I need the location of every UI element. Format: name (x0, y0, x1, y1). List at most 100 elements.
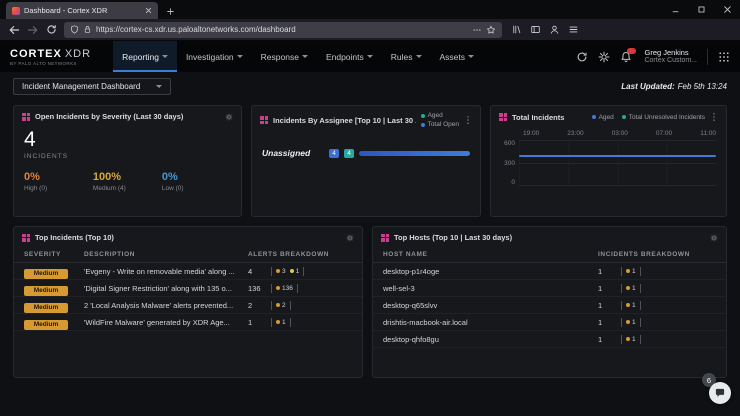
legend-total-open[interactable]: Total Open (420, 121, 459, 128)
card-settings-gear-icon[interactable] (710, 234, 718, 242)
gridline (519, 140, 716, 141)
x-axis-labels: 19:00 23:00 03:00 07:00 11:00 (523, 130, 716, 137)
column-alerts-breakdown[interactable]: ALERTS BREAKDOWN (248, 251, 352, 258)
nav-item-investigation[interactable]: Investigation (177, 41, 252, 72)
stat-low: 0% Low (0) (161, 171, 184, 192)
nav-item-reporting[interactable]: Reporting (113, 41, 177, 72)
brand-subtitle: BY PALO ALTO NETWORKS (10, 60, 77, 66)
forward-button[interactable] (27, 24, 39, 36)
browser-tab-strip: Dashboard - Cortex XDR (0, 0, 740, 19)
assignee-bar-row[interactable]: Unassigned 4 4 (262, 148, 470, 158)
nav-item-rules[interactable]: Rules (382, 41, 431, 72)
url-bar[interactable]: https://cortex-cs.xdr.us.paloaltonetwork… (64, 21, 502, 38)
minimize-button[interactable] (662, 0, 688, 19)
library-icon[interactable] (511, 24, 522, 35)
cortex-favicon (12, 6, 20, 15)
page-actions-ellipsis-icon[interactable] (472, 25, 482, 35)
new-tab-button[interactable] (166, 7, 175, 16)
table-row[interactable]: drishtis-macbook-air.local 1 1 (373, 314, 726, 331)
browser-toolbar: https://cortex-cs.xdr.us.paloaltonetwork… (0, 19, 740, 41)
brand-cortex: CORTEX (10, 47, 62, 60)
aged-chip: 4 (344, 148, 354, 158)
tab-close-icon[interactable] (145, 7, 152, 14)
legend-total-unresolved[interactable]: Total Unresolved Incidents (621, 114, 705, 121)
legend-aged[interactable]: Aged (591, 114, 614, 121)
alert-count: 1 (248, 317, 253, 327)
back-button[interactable] (8, 24, 20, 36)
alerts-breakdown-chip: 136 (271, 283, 298, 293)
host-name[interactable]: desktop-p1r4oge (383, 267, 598, 276)
nav-item-assets[interactable]: Assets (431, 41, 484, 72)
lock-icon[interactable] (83, 25, 92, 34)
incident-description[interactable]: 'Evgeny - Write on removable media' alon… (84, 267, 248, 276)
nav-item-response[interactable]: Response (252, 41, 317, 72)
medium-severity-dot-icon (626, 303, 630, 307)
chevron-down-icon (236, 55, 243, 58)
table-row[interactable]: Medium 2 'Local Analysis Malware' alerts… (14, 297, 362, 314)
medium-severity-dot-icon (626, 269, 630, 273)
severity-badge: Medium (24, 302, 68, 313)
feedback-chat-button[interactable] (709, 382, 731, 404)
kebab-menu-icon[interactable] (464, 115, 472, 125)
user-menu[interactable]: Greg Jenkins Cortex Custom... (644, 48, 697, 65)
column-incidents-breakdown[interactable]: INCIDENTS BREAKDOWN (598, 251, 716, 258)
incident-count: 1 (598, 266, 603, 276)
menu-hamburger-icon[interactable] (568, 24, 579, 35)
gear-icon[interactable] (598, 51, 610, 63)
reload-button[interactable] (46, 24, 57, 35)
cortex-xdr-logo[interactable]: CORTEX XDR BY PALO ALTO NETWORKS (10, 41, 91, 72)
sidebar-icon[interactable] (530, 24, 541, 35)
incident-description[interactable]: 'WildFire Malware' generated by XDR Age.… (84, 318, 248, 327)
incident-count: 1 (598, 283, 603, 293)
nav-item-endpoints[interactable]: Endpoints (317, 41, 382, 72)
kebab-menu-icon[interactable] (710, 112, 718, 122)
bookmark-star-icon[interactable] (486, 25, 496, 35)
incident-description[interactable]: 'Digital Signer Restriction' along with … (84, 284, 248, 293)
table-row[interactable]: desktop-q65slvv 1 1 (373, 297, 726, 314)
blue-dot-icon (420, 122, 425, 127)
table-row[interactable]: Medium 'Evgeny - Write on removable medi… (14, 263, 362, 280)
table-row[interactable]: well-sel-3 1 1 (373, 280, 726, 297)
notifications-bell-icon[interactable] (620, 47, 637, 63)
url-text[interactable]: https://cortex-cs.xdr.us.paloaltonetwork… (96, 25, 468, 34)
table-row[interactable]: Medium 'Digital Signer Restriction' alon… (14, 280, 362, 297)
refresh-icon[interactable] (576, 51, 588, 63)
table-header: HOST NAME INCIDENTS BREAKDOWN (373, 246, 726, 263)
host-name[interactable]: well-sel-3 (383, 284, 598, 293)
incident-description[interactable]: 2 'Local Analysis Malware' alerts preven… (84, 301, 248, 310)
table-row[interactable]: desktop-qhfo8gu 1 1 (373, 331, 726, 348)
column-severity[interactable]: SEVERITY (24, 251, 84, 258)
host-name[interactable]: desktop-q65slvv (383, 301, 598, 310)
assignee-name: Unassigned (262, 148, 311, 158)
stat-high: 0% High (0) (24, 171, 48, 192)
account-icon[interactable] (549, 24, 560, 35)
alerts-breakdown-chip: 1 (271, 317, 291, 327)
column-description[interactable]: DESCRIPTION (84, 251, 248, 258)
divider (707, 48, 708, 65)
maximize-button[interactable] (688, 0, 714, 19)
dashboard-selector-value: Incident Management Dashboard (22, 81, 141, 91)
table-row[interactable]: desktop-p1r4oge 1 1 (373, 263, 726, 280)
incidents-breakdown-chip: 1 (621, 266, 641, 276)
card-settings-gear-icon[interactable] (225, 113, 233, 121)
severity-badge: Medium (24, 285, 68, 296)
column-host-name[interactable]: HOST NAME (383, 251, 598, 258)
browser-tab[interactable]: Dashboard - Cortex XDR (6, 2, 158, 19)
incidents-breakdown-chip: 1 (621, 317, 641, 327)
dashboard-selector[interactable]: Incident Management Dashboard (13, 77, 172, 95)
card-settings-gear-icon[interactable] (346, 234, 354, 242)
feedback-widget: 6 (699, 368, 731, 404)
widget-icon (22, 112, 30, 121)
incident-count: 4 (24, 128, 36, 151)
legend-aged[interactable]: Aged (420, 112, 443, 119)
teal-dot-icon (420, 113, 425, 118)
medium-severity-dot-icon (626, 337, 630, 341)
host-name[interactable]: desktop-qhfo8gu (383, 335, 598, 344)
tracking-protection-shield-icon[interactable] (70, 25, 79, 34)
table-row[interactable]: Medium 'WildFire Malware' generated by X… (14, 314, 362, 331)
app-grid-icon[interactable] (718, 51, 730, 63)
host-name[interactable]: drishtis-macbook-air.local (383, 318, 598, 327)
medium-severity-dot-icon (276, 303, 280, 307)
chevron-down-icon (468, 55, 475, 58)
close-window-button[interactable] (714, 0, 740, 19)
